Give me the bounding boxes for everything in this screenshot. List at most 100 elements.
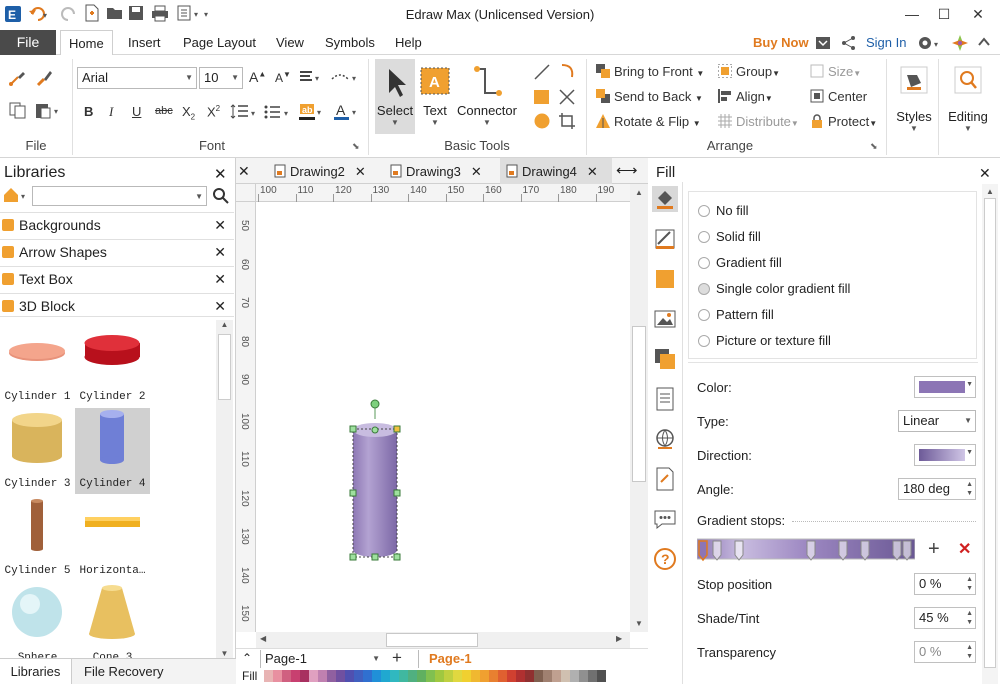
color-swatch[interactable]: [444, 670, 453, 682]
close-icon[interactable]: ✕: [214, 294, 226, 318]
sign-in-link[interactable]: Sign In: [866, 35, 906, 50]
paste-icon[interactable]: ▾: [34, 101, 62, 119]
library-category-arrow-shapes[interactable]: Arrow Shapes ✕: [0, 239, 234, 263]
comment-icon[interactable]: [652, 506, 678, 532]
gradient-stops-bar[interactable]: [697, 537, 915, 562]
close-icon[interactable]: ✕: [238, 163, 250, 180]
color-swatch[interactable]: [597, 670, 606, 682]
color-swatch[interactable]: [471, 670, 480, 682]
collapse-ribbon-icon[interactable]: [976, 34, 992, 50]
tab-help[interactable]: Help: [387, 30, 430, 55]
page-tab-page-1[interactable]: Page-1: [418, 650, 472, 668]
rotation-handle[interactable]: [370, 399, 380, 409]
rectangle-tool-icon[interactable]: [533, 88, 551, 106]
image-icon[interactable]: [652, 306, 678, 332]
gradient-stop-marker[interactable]: [698, 540, 708, 562]
tab-symbols[interactable]: Symbols: [317, 30, 383, 55]
picture-texture-fill-radio[interactable]: Picture or texture fill: [698, 333, 831, 348]
copy-icon[interactable]: [8, 101, 28, 119]
shade-tint-input[interactable]: 45 % ▲ ▼: [914, 607, 976, 629]
color-swatch[interactable]: [561, 670, 570, 682]
color-swatch[interactable]: [489, 670, 498, 682]
bullets-icon[interactable]: ▾: [263, 103, 291, 121]
spinner-icon[interactable]: ▲ ▼: [966, 480, 973, 498]
tab-insert[interactable]: Insert: [120, 30, 169, 55]
search-icon[interactable]: [212, 187, 230, 205]
library-search-input[interactable]: ▼: [32, 186, 207, 206]
page-properties-icon[interactable]: [652, 386, 678, 412]
gradient-stop-marker[interactable]: [838, 540, 848, 561]
top-control-point[interactable]: [371, 426, 379, 434]
select-tool-button[interactable]: Select ▼: [375, 59, 415, 134]
canvas-vertical-scrollbar[interactable]: ▲ ▼: [630, 184, 648, 632]
tab-file-recovery[interactable]: File Recovery: [84, 659, 163, 684]
color-swatch[interactable]: [435, 670, 444, 682]
globe-icon[interactable]: [652, 426, 678, 452]
home-icon[interactable]: ▾: [2, 186, 30, 204]
color-swatch[interactable]: [426, 670, 435, 682]
horizontal-scroll-thumb[interactable]: [386, 633, 478, 647]
font-color-icon[interactable]: A ▾: [333, 102, 359, 122]
arrange-dialog-launcher-icon[interactable]: ⬊: [870, 141, 878, 152]
color-swatch[interactable]: [381, 670, 390, 682]
cross-tool-icon[interactable]: [558, 88, 576, 106]
color-swatch[interactable]: [291, 670, 300, 682]
tab-home[interactable]: Home: [60, 30, 113, 56]
collapse-pages-icon[interactable]: ⌃: [242, 651, 252, 665]
pattern-fill-radio[interactable]: Pattern fill: [698, 307, 774, 322]
text-tool-button[interactable]: A Text ▼: [416, 59, 454, 134]
solid-fill-radio[interactable]: Solid fill: [698, 229, 761, 244]
color-swatch[interactable]: [534, 670, 543, 682]
color-swatch[interactable]: [408, 670, 417, 682]
color-swatch[interactable]: [525, 670, 534, 682]
close-icon[interactable]: ✕: [214, 267, 226, 291]
font-dialog-launcher-icon[interactable]: ⬊: [352, 141, 360, 152]
shape-horizontal-cylinder[interactable]: Horizonta…: [75, 495, 150, 581]
scroll-up-icon[interactable]: ▲: [630, 188, 648, 197]
protect-button[interactable]: Protect▼: [810, 114, 877, 129]
spinner-icon[interactable]: ▲ ▼: [966, 643, 973, 661]
gradient-type-select[interactable]: Linear ▼: [898, 410, 976, 432]
color-swatch[interactable]: [453, 670, 462, 682]
color-swatch[interactable]: [516, 670, 525, 682]
group-button[interactable]: Group▼: [718, 64, 780, 79]
text-align-icon[interactable]: ▾: [298, 69, 324, 85]
add-page-button[interactable]: +: [392, 649, 402, 667]
size-button[interactable]: Size▼: [810, 64, 861, 79]
tab-drawing2[interactable]: Drawing2 ✕: [268, 158, 366, 184]
fill-panel-scroll-thumb[interactable]: [984, 198, 996, 668]
send-to-back-button[interactable]: Send to Back ▼: [596, 89, 703, 104]
shadow-icon[interactable]: [652, 266, 678, 292]
tab-page-layout[interactable]: Page Layout: [175, 30, 264, 55]
close-icon[interactable]: ✕: [214, 240, 226, 264]
library-category-3d-block[interactable]: 3D Block ✕: [0, 293, 234, 317]
distribute-button[interactable]: Distribute▼: [718, 114, 799, 129]
close-icon[interactable]: ✕: [214, 165, 227, 183]
text-direction-icon[interactable]: ▾: [330, 69, 360, 85]
close-window-button[interactable]: ✕: [968, 4, 988, 24]
line-tool-icon[interactable]: [533, 63, 551, 81]
page-select[interactable]: Page-1 ▼: [260, 650, 384, 668]
gradient-fill-radio[interactable]: Gradient fill: [698, 255, 782, 270]
scroll-right-icon[interactable]: ▶: [616, 634, 622, 643]
color-swatch[interactable]: [264, 670, 273, 682]
align-button[interactable]: Align▼: [718, 89, 773, 104]
shape-sphere[interactable]: Sphere: [0, 582, 75, 668]
color-swatch[interactable]: [417, 670, 426, 682]
gear-icon[interactable]: ▾: [917, 34, 943, 52]
color-swatch[interactable]: [543, 670, 552, 682]
color-swatch[interactable]: [363, 670, 372, 682]
angle-input[interactable]: 180 deg ▲ ▼: [898, 478, 976, 500]
share-icon[interactable]: [841, 35, 857, 51]
color-swatch[interactable]: [399, 670, 408, 682]
color-swatch[interactable]: [462, 670, 471, 682]
color-swatch[interactable]: [570, 670, 579, 682]
subscript-button[interactable]: X2: [182, 104, 195, 122]
direction-picker[interactable]: ▼: [914, 444, 976, 466]
selected-cylinder-shape[interactable]: [256, 202, 630, 632]
drawing-canvas[interactable]: [256, 202, 630, 632]
color-swatch[interactable]: [354, 670, 363, 682]
help-icon[interactable]: ?: [652, 546, 678, 572]
shape-cylinder-5[interactable]: Cylinder 5: [0, 495, 75, 581]
theme-icon[interactable]: [951, 34, 969, 52]
